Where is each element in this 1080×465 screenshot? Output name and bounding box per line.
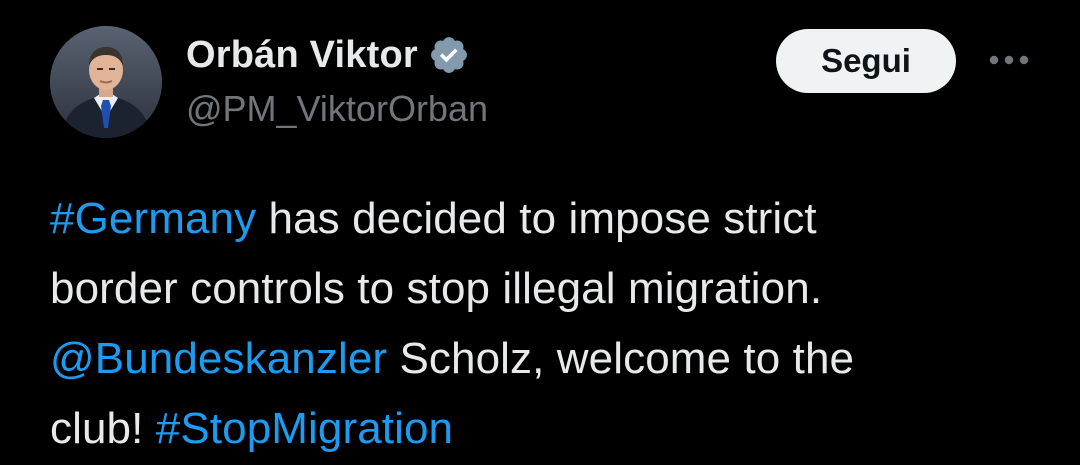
mention-link-bundeskanzler[interactable]: @Bundeskanzler [50, 334, 387, 383]
author-handle[interactable]: @PM_ViktorOrban [186, 88, 488, 130]
tweet-line: @Bundeskanzler Scholz, welcome to the [50, 324, 1050, 394]
follow-button[interactable]: Segui [776, 29, 956, 93]
author-name-row: Orbán Viktor [186, 30, 470, 80]
verified-badge-icon[interactable] [428, 34, 470, 76]
tweet-line: club! #StopMigration [50, 394, 1050, 464]
author-display-name[interactable]: Orbán Viktor [186, 34, 418, 77]
more-options-button[interactable] [984, 40, 1034, 80]
avatar-image [50, 26, 162, 138]
hashtag-link-stopmigration[interactable]: #StopMigration [156, 404, 453, 453]
tweet-line: #Germany has decided to impose strict [50, 184, 1050, 254]
tweet-text: #Germany has decided to impose strict bo… [50, 184, 1050, 464]
more-horizontal-icon [989, 55, 1029, 65]
tweet-text-segment: has decided to impose strict [256, 194, 817, 243]
tweet-text-segment: border controls to stop illegal migratio… [50, 264, 823, 313]
tweet-text-segment: club! [50, 404, 156, 453]
tweet-text-segment: Scholz, welcome to the [387, 334, 855, 383]
tweet-line: border controls to stop illegal migratio… [50, 254, 1050, 324]
tweet: Orbán Viktor @PM_ViktorOrban Segui #Germ… [0, 0, 1080, 465]
hashtag-link-germany[interactable]: #Germany [50, 194, 256, 243]
author-avatar[interactable] [50, 26, 162, 138]
